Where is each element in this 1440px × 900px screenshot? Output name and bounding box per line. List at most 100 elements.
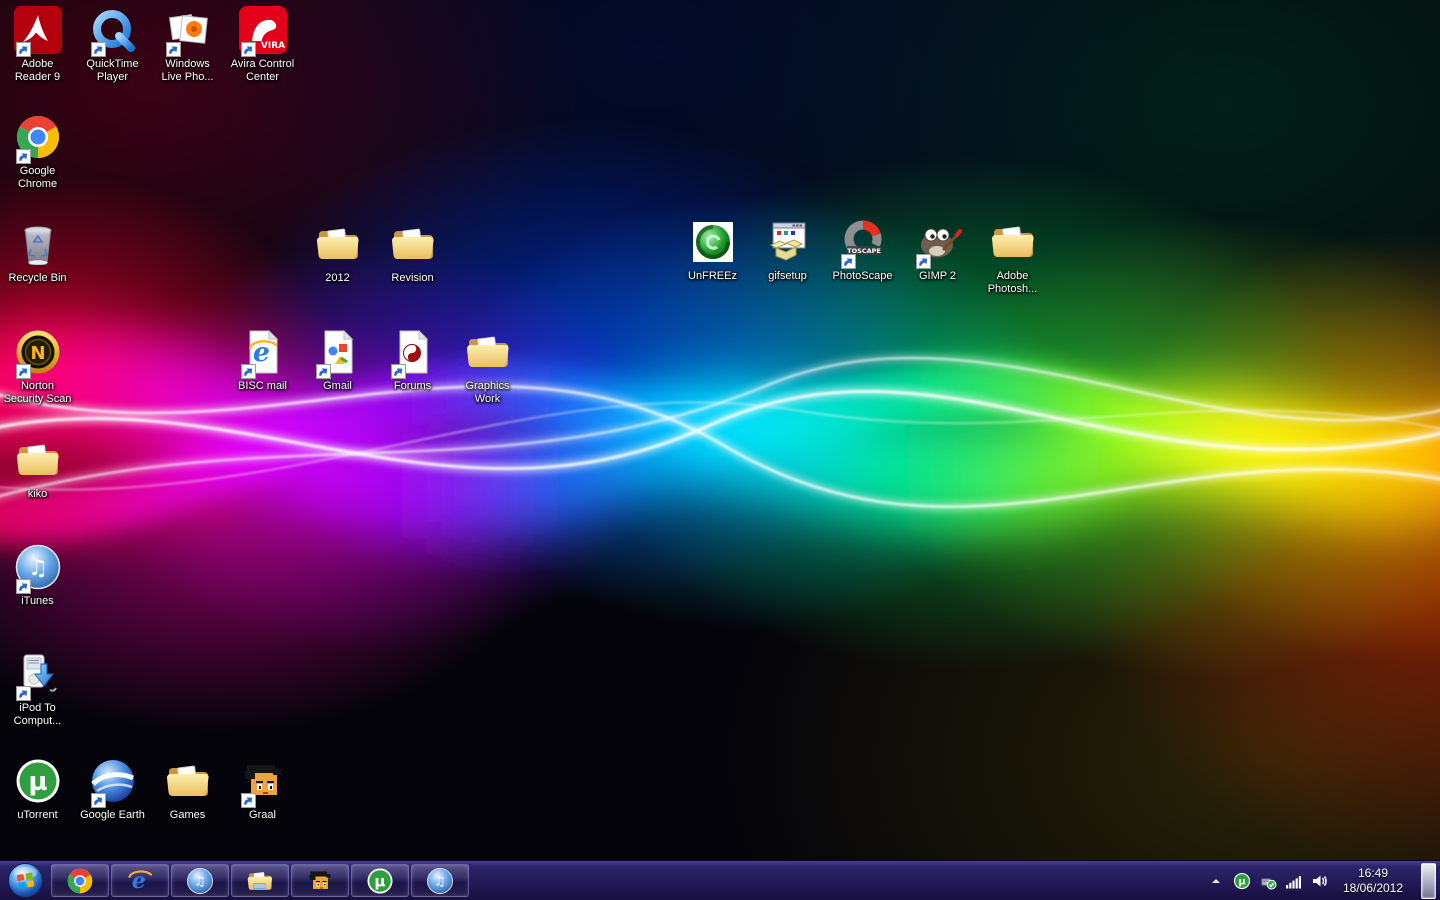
tray-utorrent-icon[interactable]: [1233, 872, 1251, 890]
icon-label: 2012: [300, 272, 375, 285]
wallpaper-waves: [0, 0, 1440, 860]
folder-icon: [988, 218, 1038, 268]
tray-volume-icon[interactable]: [1311, 872, 1329, 890]
desktop-icon-folder-kiko[interactable]: kiko: [0, 436, 75, 501]
icon-label: BISC mail: [225, 380, 300, 393]
desktop-icon-utorrent[interactable]: uTorrent: [0, 757, 75, 822]
clock-date: 18/06/2012: [1341, 881, 1405, 896]
folder-icon: [163, 757, 213, 807]
taskbar-button-internet-explorer[interactable]: [111, 864, 169, 897]
taskbar-button-utorrent[interactable]: [351, 864, 409, 897]
graal-icon: [306, 867, 334, 895]
desktop-icon-avira-control-center[interactable]: VIRA Avira Control Center: [225, 6, 300, 84]
svg-text:N: N: [30, 343, 45, 364]
graal-icon: [238, 757, 288, 807]
desktop-icon-norton-security-scan[interactable]: N Norton Security Scan: [0, 328, 75, 406]
shortcut-arrow-icon: [16, 686, 31, 701]
utorrent-icon: [1233, 872, 1251, 890]
desktop-icon-bisc-mail[interactable]: BISC mail: [225, 328, 300, 393]
taskbar-button-itunes[interactable]: [171, 864, 229, 897]
icon-label: Graphics Work: [450, 380, 525, 406]
desktop-icon-google-earth[interactable]: Google Earth: [75, 757, 150, 822]
taskbar-button-graal[interactable]: [291, 864, 349, 897]
photoscape-icon: TOSCAPE: [838, 218, 888, 268]
tray-network-icon[interactable]: [1285, 872, 1303, 890]
desktop-icon-gmail[interactable]: Gmail: [300, 328, 375, 393]
desktop-icon-unfreez[interactable]: UnFREEz: [675, 218, 750, 283]
shortcut-arrow-icon: [841, 254, 856, 269]
desktop-icon-recycle-bin[interactable]: Recycle Bin: [0, 220, 75, 285]
svg-text:VIRA: VIRA: [260, 41, 284, 51]
taskbar-button-itunes-2[interactable]: [411, 864, 469, 897]
folder-icon: [13, 436, 63, 486]
shortcut-arrow-icon: [241, 793, 256, 808]
icon-label: Forums: [375, 380, 450, 393]
avira-icon: VIRA: [238, 6, 288, 56]
start-button[interactable]: [0, 861, 50, 900]
icon-label: Games: [150, 809, 225, 822]
desktop-icon-gimp-2[interactable]: GIMP 2: [900, 218, 975, 283]
show-hidden-icons-button[interactable]: [1207, 872, 1225, 890]
icon-label: UnFREEz: [675, 270, 750, 283]
desktop-icon-folder-revision[interactable]: Revision: [375, 220, 450, 285]
windows-orb-icon: [7, 862, 44, 899]
icon-label: Norton Security Scan: [0, 380, 75, 406]
desktop-icon-gifsetup[interactable]: gifsetup: [750, 218, 825, 283]
shortcut-arrow-icon: [91, 793, 106, 808]
icon-label: Adobe Photosh...: [975, 270, 1050, 296]
utorrent-icon: [366, 867, 394, 895]
chrome-icon: [66, 867, 94, 895]
folder-icon: [463, 328, 513, 378]
desktop-icon-windows-live-photo[interactable]: Windows Live Pho...: [150, 6, 225, 84]
chrome-icon: [13, 113, 63, 163]
itunes-icon: [13, 543, 63, 593]
taskbar-button-windows-explorer[interactable]: [231, 864, 289, 897]
desktop-icon-adobe-reader-9[interactable]: Adobe Reader 9: [0, 6, 75, 84]
norton-icon: N: [13, 328, 63, 378]
icon-label: Graal: [225, 809, 300, 822]
signal-bars-icon: [1285, 872, 1303, 890]
adobe-reader-icon: [13, 6, 63, 56]
icon-label: iTunes: [0, 595, 75, 608]
desktop-icon-ipod-to-computer[interactable]: iPod To Comput...: [0, 650, 75, 728]
icon-label: kiko: [0, 488, 75, 501]
system-tray: 16:49 18/06/2012: [1207, 863, 1440, 899]
desktop-icon-graal[interactable]: Graal: [225, 757, 300, 822]
photo-gallery-icon: [163, 6, 213, 56]
shortcut-arrow-icon: [16, 149, 31, 164]
ipod-icon: [13, 650, 63, 700]
shortcut-arrow-icon: [916, 254, 931, 269]
desktop-icon-folder-adobe-photoshop[interactable]: Adobe Photosh...: [975, 218, 1050, 296]
icon-label: Google Earth: [75, 809, 150, 822]
itunes-icon: [426, 867, 454, 895]
icon-label: PhotoScape: [825, 270, 900, 283]
taskbar-button-chrome[interactable]: [51, 864, 109, 897]
shortcut-arrow-icon: [16, 579, 31, 594]
desktop-icon-quicktime-player[interactable]: QuickTime Player: [75, 6, 150, 84]
desktop-icon-google-chrome[interactable]: Google Chrome: [0, 113, 75, 191]
icon-label: Google Chrome: [0, 165, 75, 191]
shortcut-arrow-icon: [241, 42, 256, 57]
icon-label: QuickTime Player: [75, 58, 150, 84]
icon-label: Adobe Reader 9: [0, 58, 75, 84]
shortcut-arrow-icon: [16, 364, 31, 379]
show-desktop-button[interactable]: [1421, 863, 1436, 899]
taskbar-clock[interactable]: 16:49 18/06/2012: [1341, 866, 1405, 896]
quicktime-icon: [88, 6, 138, 56]
icon-label: Avira Control Center: [225, 58, 300, 84]
tray-usb-safely-remove-icon[interactable]: [1259, 872, 1277, 890]
desktop-icon-itunes[interactable]: iTunes: [0, 543, 75, 608]
desktop-icon-folder-graphics-work[interactable]: Graphics Work: [450, 328, 525, 406]
gimp-icon: [913, 218, 963, 268]
desktop-icon-folder-games[interactable]: Games: [150, 757, 225, 822]
icon-label: Gmail: [300, 380, 375, 393]
utorrent-icon: [13, 757, 63, 807]
shortcut-arrow-icon: [316, 364, 331, 379]
taskbar: 16:49 18/06/2012: [0, 860, 1440, 900]
itunes-icon: [186, 867, 214, 895]
desktop-icon-photoscape[interactable]: TOSCAPE PhotoScape: [825, 218, 900, 283]
desktop[interactable]: Adobe Reader 9 QuickTime Player Windows …: [0, 0, 1440, 860]
unfreez-icon: [688, 218, 738, 268]
desktop-icon-forums[interactable]: Forums: [375, 328, 450, 393]
desktop-icon-folder-2012[interactable]: 2012: [300, 220, 375, 285]
